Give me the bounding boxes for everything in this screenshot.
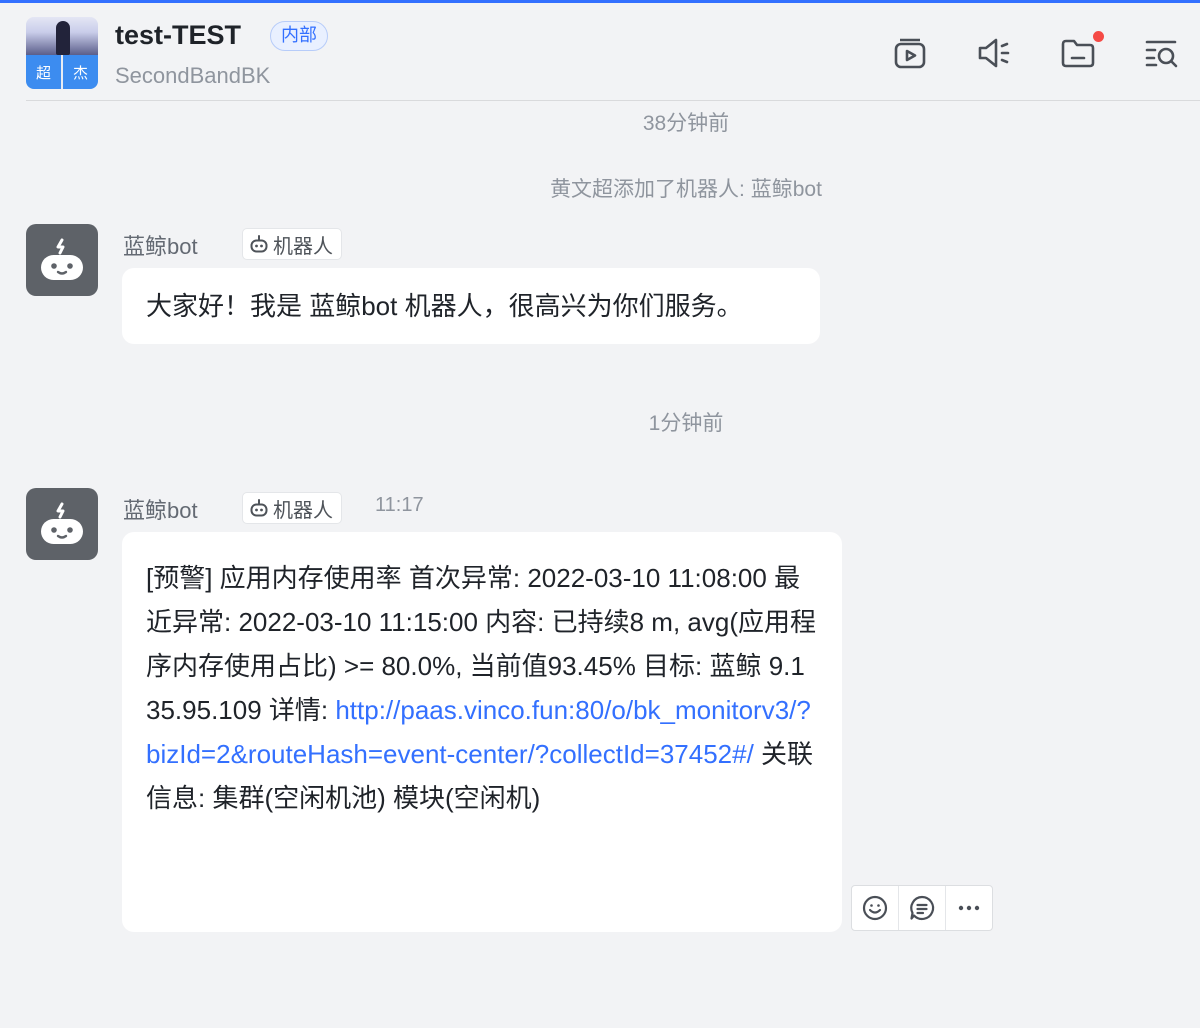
message-bubble[interactable]: 大家好！我是 蓝鲸bot 机器人，很高兴为你们服务。 [122,268,820,344]
message-bubble[interactable]: [预警] 应用内存使用率 首次异常: 2022-03-10 11:08:00 最… [122,532,842,932]
chat-header: 超 杰 test-TEST 内部 SecondBandBK [0,3,1200,101]
timestamp-divider: 1分钟前 [648,412,724,435]
sender-name[interactable]: 蓝鲸bot [123,229,198,261]
bot-tag: 机器人 [242,492,342,524]
avatar-char: 杰 [63,55,98,89]
reply-button[interactable] [899,886,946,930]
message-text: [预警] 应用内存使用率 首次异常: 2022-03-10 11:08:00 最… [146,556,818,820]
robot-icon [41,502,83,544]
bot-tag-icon [250,235,268,253]
message-time: 11:17 [375,494,424,516]
message-text: 大家好！我是 蓝鲸bot 机器人，很高兴为你们服务。 [146,291,743,321]
smile-icon [862,895,888,921]
bot-avatar[interactable] [26,224,98,296]
search-history-icon[interactable] [1142,33,1182,73]
bot-tag: 机器人 [242,228,342,260]
message-actions [851,885,993,931]
notification-dot [1091,29,1106,44]
group-title[interactable]: test-TEST [115,20,241,51]
announcement-icon[interactable] [974,33,1014,73]
bot-tag-label: 机器人 [273,235,333,258]
timestamp-divider: 38分钟前 [642,112,730,135]
group-subtitle: SecondBandBK [115,63,271,88]
reply-bubble-icon [910,895,935,921]
bot-tag-icon [250,499,268,517]
bot-avatar[interactable] [26,488,98,560]
avatar-char: 超 [26,55,61,89]
system-event: 黄文超添加了机器人: 蓝鲸bot [550,178,822,201]
avatar-photo [26,17,98,55]
group-avatar[interactable]: 超 杰 [26,17,98,89]
header-divider [26,100,1200,101]
more-button[interactable] [946,886,992,930]
more-icon [958,905,980,911]
internal-tag: 内部 [270,21,328,51]
bot-tag-label: 机器人 [273,499,333,522]
sender-name[interactable]: 蓝鲸bot [123,493,198,525]
robot-icon [41,238,83,280]
video-window-icon[interactable] [890,33,930,73]
emoji-reaction-button[interactable] [852,886,899,930]
